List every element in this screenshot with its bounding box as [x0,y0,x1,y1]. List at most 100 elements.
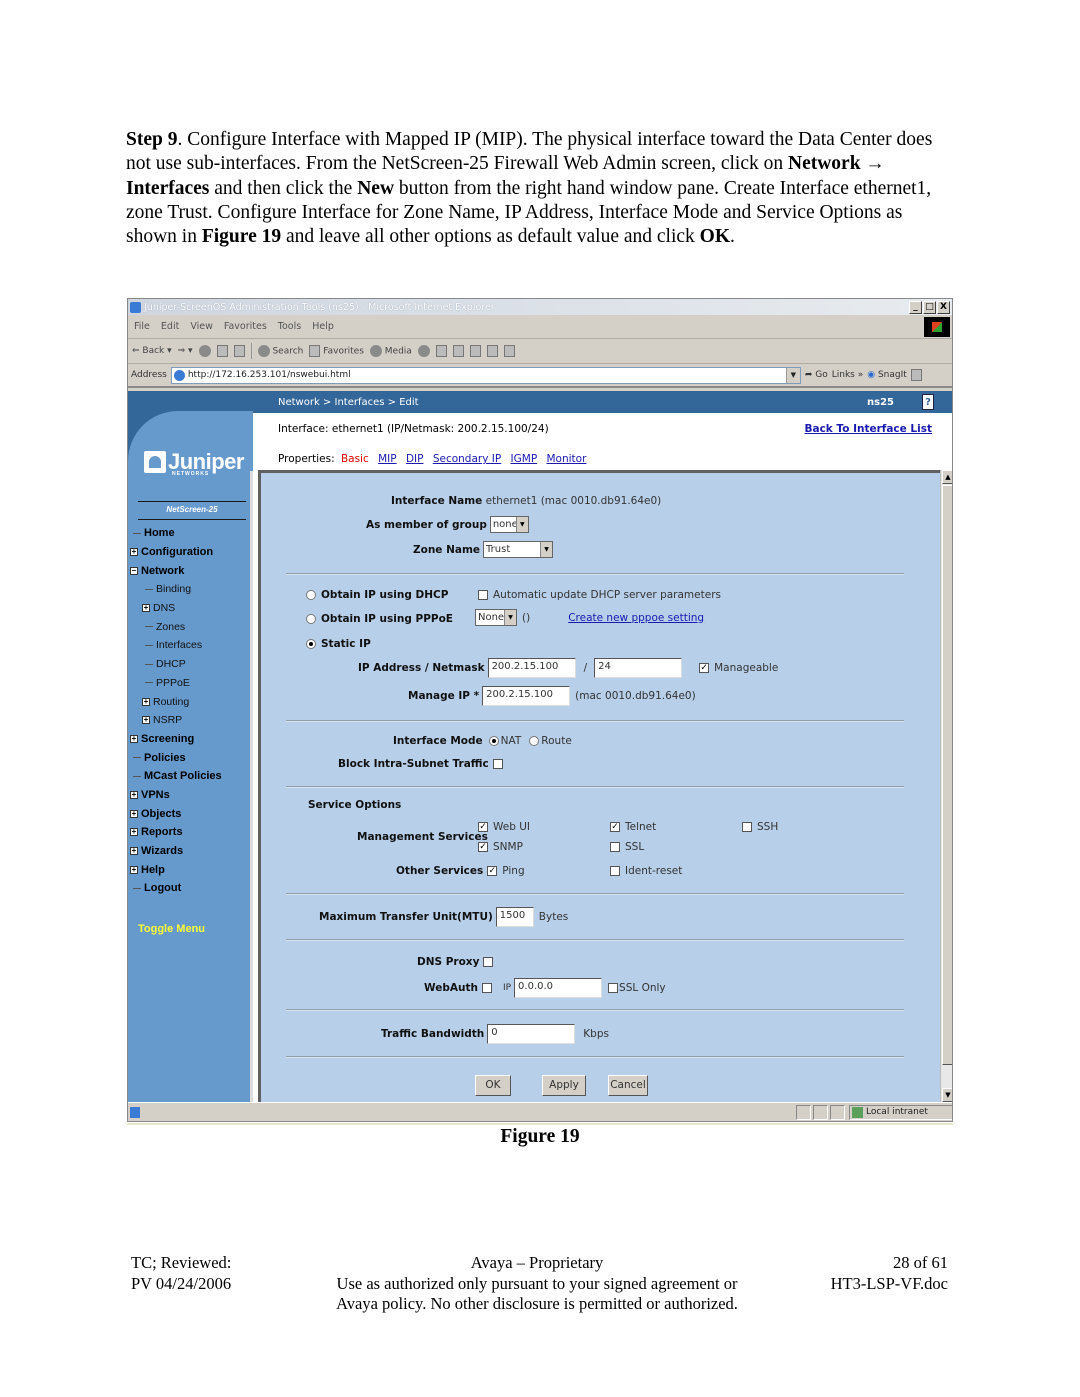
ping-checkbox[interactable]: ✓ [487,866,498,876]
minimize-button[interactable]: _ [909,300,922,314]
expand-icon[interactable]: + [130,828,138,837]
dhcp-radio[interactable] [306,590,316,600]
favorites-button[interactable]: Favorites [309,345,364,357]
sidebar-item-policies[interactable]: Policies [128,748,253,767]
menu-file[interactable]: File [134,321,150,332]
tab-mip[interactable]: MIP [378,453,397,465]
expand-icon[interactable]: + [130,734,138,743]
group-select[interactable]: none ▼ [489,516,529,533]
cancel-button[interactable]: Cancel [608,1075,648,1096]
collapse-icon[interactable]: − [130,566,138,575]
expand-icon[interactable]: + [130,865,138,874]
scroll-up-icon[interactable]: ▲ [942,470,952,484]
sidebar-item-vpns[interactable]: + VPNs [128,786,253,805]
apply-button[interactable]: Apply [542,1075,586,1096]
search-button[interactable]: Search [257,345,303,357]
back-button[interactable]: ⇐ Back ▾ [132,346,172,356]
mtu-input[interactable]: 1500 [495,907,534,927]
menu-favorites[interactable]: Favorites [224,321,267,332]
webui-checkbox[interactable]: ✓ [478,822,488,832]
tab-monitor[interactable]: Monitor [547,453,587,465]
telnet-checkbox[interactable]: ✓ [610,822,620,832]
history-icon[interactable] [417,345,430,357]
manageable-checkbox[interactable]: ✓ [699,663,710,673]
expand-icon[interactable]: + [142,716,150,725]
stop-icon[interactable] [198,345,211,357]
ssh-checkbox[interactable] [742,822,752,832]
vertical-scrollbar[interactable]: ▲ ▼ [940,470,952,1102]
messenger-icon[interactable] [503,345,515,357]
ident-reset-checkbox[interactable] [610,866,620,876]
webauth-checkbox[interactable] [481,983,492,993]
sidebar-item-home[interactable]: Home [128,524,253,543]
snagit-button[interactable]: ◉ SnagIt [867,370,907,380]
dhcp-auto-checkbox[interactable] [478,590,488,600]
scroll-thumb[interactable] [942,485,952,1065]
dns-proxy-checkbox[interactable] [483,957,494,967]
address-dropdown-icon[interactable]: ▼ [785,367,800,383]
scroll-down-icon[interactable]: ▼ [942,1088,952,1102]
sidebar-item-screening[interactable]: + Screening [128,730,253,749]
edit-icon[interactable] [469,345,481,357]
sidebar-item-routing[interactable]: + Routing [128,692,253,711]
toggle-menu-link[interactable]: Toggle Menu [138,923,205,935]
sidebar-item-network[interactable]: − Network [128,561,253,580]
sidebar-item-help[interactable]: + Help [128,860,253,879]
media-button[interactable]: Media [369,345,412,357]
mode-route-radio[interactable] [529,736,540,746]
close-button[interactable]: X [937,300,950,314]
expand-icon[interactable]: + [130,548,138,557]
ssl-checkbox[interactable] [610,842,620,852]
menu-edit[interactable]: Edit [161,321,179,332]
menu-view[interactable]: View [190,321,213,332]
pppoe-radio[interactable] [306,614,316,624]
sidebar-item-dhcp[interactable]: DHCP [128,655,253,674]
refresh-icon[interactable] [216,345,228,357]
sidebar-item-pppoe[interactable]: PPPoE [128,674,253,693]
sidebar-item-interfaces[interactable]: Interfaces [128,636,253,655]
expand-icon[interactable]: + [130,847,138,856]
zone-select[interactable]: Trust ▼ [483,541,554,558]
sidebar-item-nsrp[interactable]: + NSRP [128,711,253,730]
create-pppoe-link[interactable]: Create new pppoe setting [568,612,704,624]
sidebar-item-configuration[interactable]: + Configuration [128,543,253,562]
sidebar-item-binding[interactable]: Binding [128,580,253,599]
back-to-interface-list-link[interactable]: Back To Interface List [804,423,932,435]
home-icon[interactable] [233,345,245,357]
forward-button[interactable]: ⇒ ▾ [178,346,193,356]
ssl-only-checkbox[interactable] [608,983,619,993]
expand-icon[interactable]: + [142,697,150,706]
links-button[interactable]: Links » [832,370,864,380]
tab-basic[interactable]: Basic [341,453,369,465]
sidebar-item-objects[interactable]: + Objects [128,804,253,823]
mail-icon[interactable] [435,345,447,357]
snmp-checkbox[interactable]: ✓ [478,842,488,852]
tab-dip[interactable]: DIP [406,453,424,465]
address-input[interactable]: http://172.16.253.101/nswebui.html ▼ [170,366,801,384]
print-icon[interactable] [452,345,464,357]
expand-icon[interactable]: + [142,604,150,613]
sidebar-item-reports[interactable]: + Reports [128,823,253,842]
ok-button[interactable]: OK [475,1075,511,1096]
menu-help[interactable]: Help [312,321,334,332]
sidebar-item-mcast-policies[interactable]: MCast Policies [128,767,253,786]
sidebar-item-wizards[interactable]: + Wizards [128,842,253,861]
sidebar-item-logout[interactable]: Logout [128,879,253,898]
sidebar-item-zones[interactable]: Zones [128,617,253,636]
menu-tools[interactable]: Tools [278,321,301,332]
tab-igmp[interactable]: IGMP [511,453,538,465]
webauth-ip-input[interactable]: 0.0.0.0 [514,978,603,998]
expand-icon[interactable]: + [130,809,138,818]
go-button[interactable]: ➦ Go [805,370,828,380]
manage-ip-input[interactable]: 200.2.15.100 [482,686,571,706]
bandwidth-input[interactable]: 0 [487,1024,576,1044]
sidebar-item-dns[interactable]: + DNS [128,599,253,618]
ip-address-input[interactable]: 200.2.15.100 [487,658,576,678]
expand-icon[interactable]: + [130,790,138,799]
mode-nat-radio[interactable] [488,736,499,746]
snagit-window-icon[interactable] [910,369,922,381]
discuss-icon[interactable] [486,345,498,357]
netmask-input[interactable]: 24 [594,658,683,678]
help-icon[interactable]: ? [922,394,934,410]
tab-secondary-ip[interactable]: Secondary IP [433,453,501,465]
